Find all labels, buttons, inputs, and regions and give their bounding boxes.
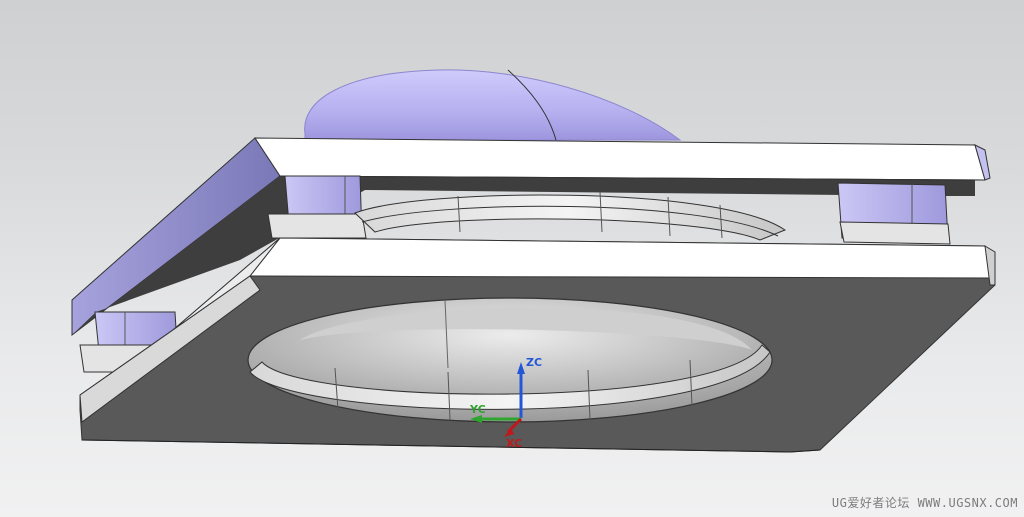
bore-hole[interactable] [247, 297, 773, 423]
upper-ring[interactable] [354, 191, 787, 241]
x-axis-label: XC [506, 437, 522, 450]
post-right[interactable] [837, 182, 951, 245]
watermark-text: UG爱好者论坛 WWW.UGSNX.COM [831, 496, 1018, 510]
graphics-viewport[interactable]: ZC YC XC UG爱好者论坛 WWW.UGSNX.COM [0, 0, 1024, 517]
dome-cap[interactable] [304, 69, 682, 141]
y-axis-label: YC [469, 403, 486, 416]
model-scene[interactable]: ZC YC XC [0, 0, 1024, 517]
z-axis-label: ZC [526, 356, 542, 369]
